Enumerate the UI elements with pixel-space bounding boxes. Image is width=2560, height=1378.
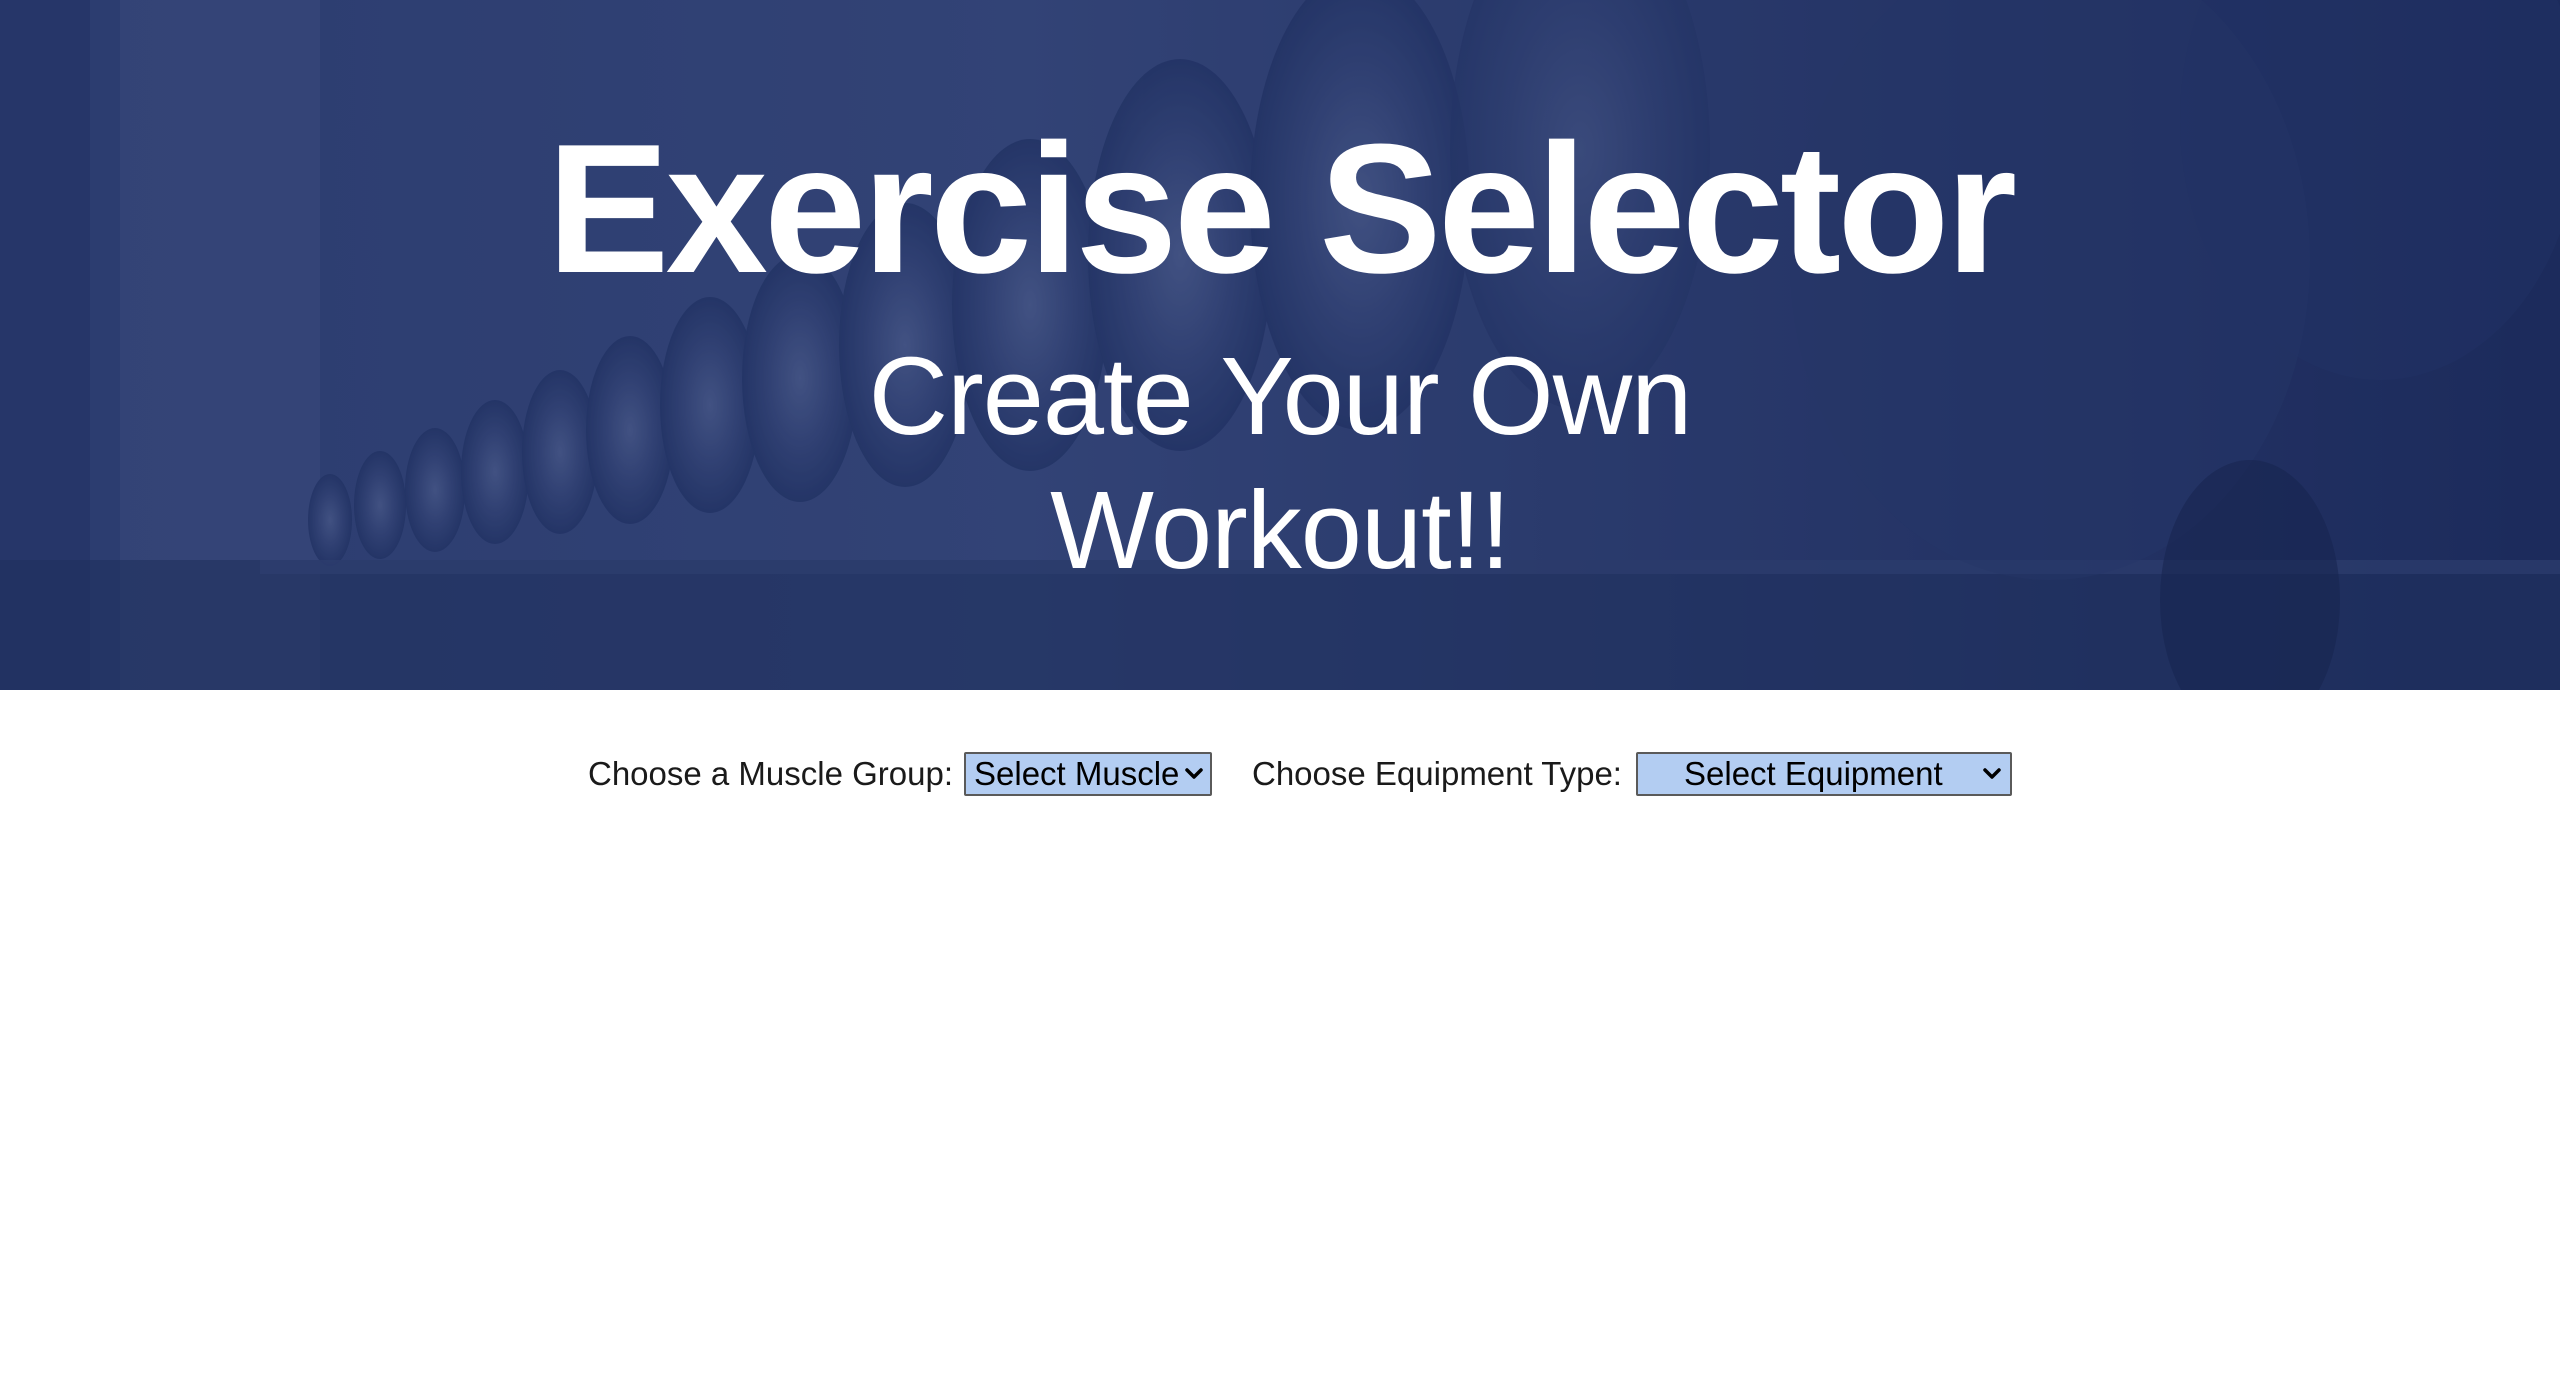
hero-banner: Exercise Selector Create Your Own Workou…	[0, 0, 2560, 690]
chevron-down-icon	[1185, 768, 1203, 779]
muscle-select-value: Select Muscle	[974, 755, 1180, 792]
muscle-group-select[interactable]: Select Muscle	[964, 752, 1212, 796]
chevron-down-icon	[1983, 768, 2001, 779]
equipment-select-value: Select Equipment	[1684, 755, 1943, 792]
muscle-group-label: Choose a Muscle Group:	[588, 755, 954, 792]
page-title: Exercise Selector	[546, 105, 2017, 311]
equipment-type-label: Choose Equipment Type:	[1252, 755, 1622, 792]
equipment-type-select[interactable]: Select Equipment	[1636, 752, 2012, 796]
filter-controls: Choose a Muscle Group: Select Muscle Cho…	[0, 752, 2560, 796]
page-subtitle: Create Your Own Workout!!	[868, 335, 1693, 592]
